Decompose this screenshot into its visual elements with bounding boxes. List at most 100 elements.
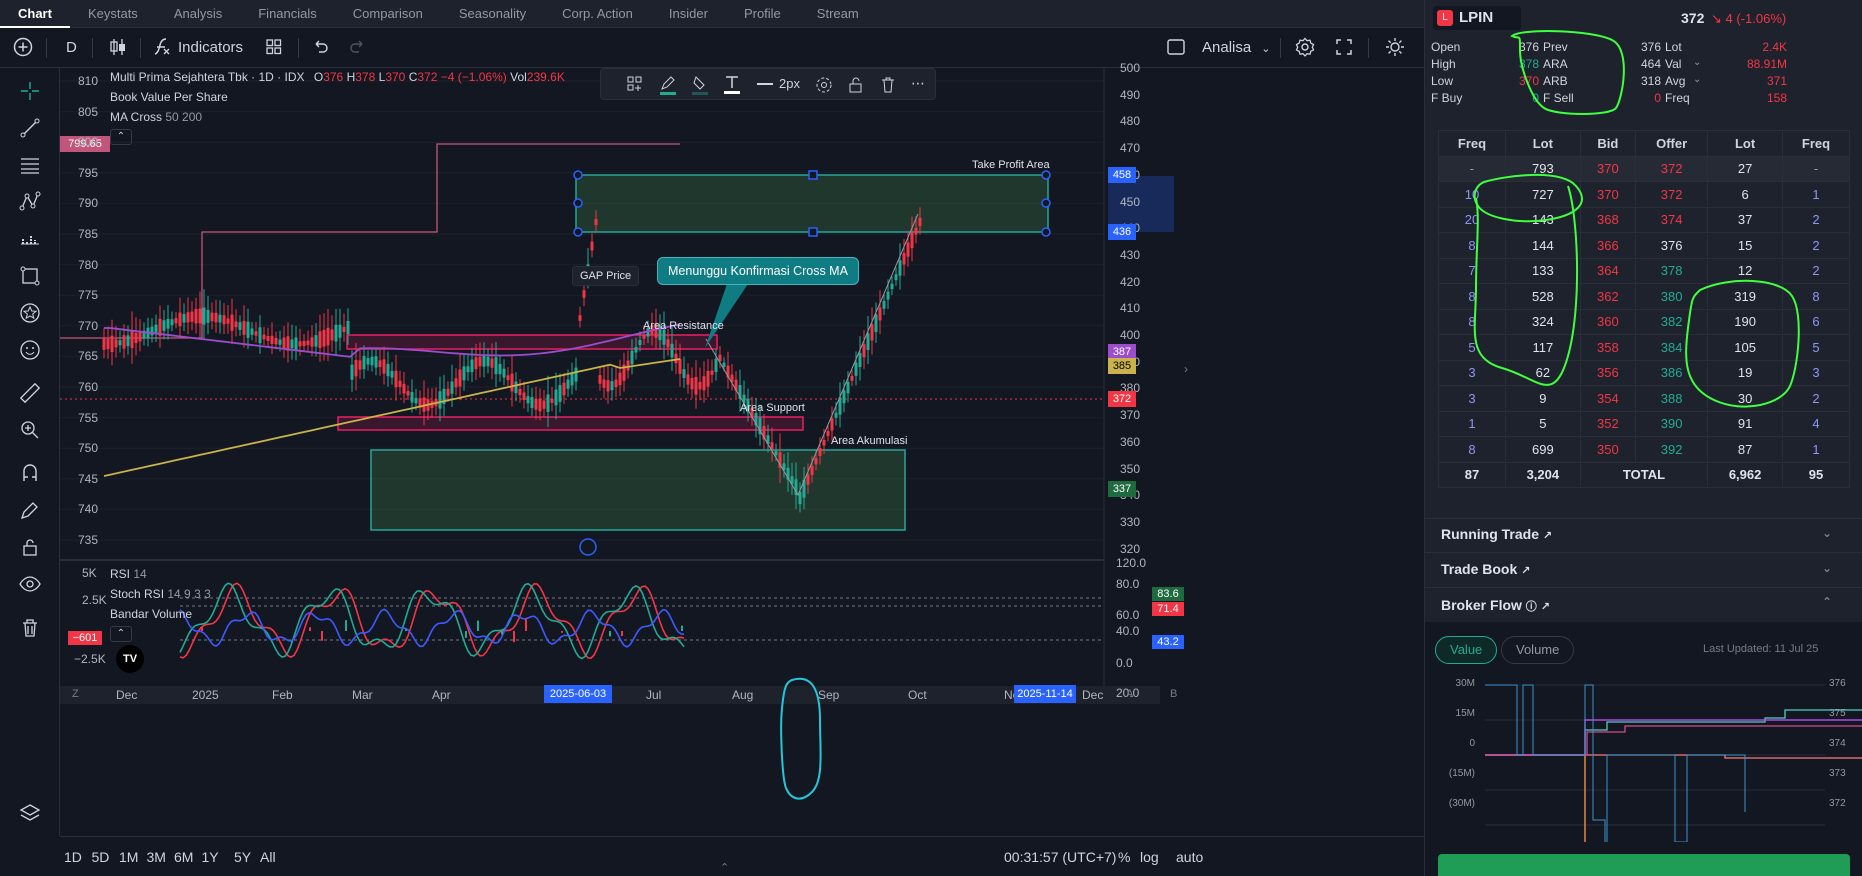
unlock-icon[interactable] — [847, 76, 865, 97]
broker-flow-header[interactable]: Broker Flow ⓘ ↗ — [1441, 597, 1550, 614]
fill-color-icon[interactable] — [691, 74, 709, 99]
indicators-icon[interactable] — [152, 36, 172, 60]
chart-area[interactable]: Multi Prima Sejahtera Tbk · 1D · IDX O37… — [60, 61, 1424, 836]
tab-chart[interactable]: Chart — [0, 0, 70, 28]
magnet-icon[interactable] — [14, 458, 46, 488]
tab-seasonality[interactable]: Seasonality — [441, 0, 544, 28]
star-icon[interactable] — [14, 298, 46, 328]
take-profit-label[interactable]: Take Profit Area — [972, 159, 1050, 171]
ob-row[interactable]: 8 144 366 376 15 2 — [1438, 232, 1850, 259]
tab-insider[interactable]: Insider — [651, 0, 726, 28]
text-color-icon[interactable] — [723, 73, 741, 98]
legend-ma-cross[interactable]: MA Cross 50 200 — [110, 107, 565, 127]
crosshair-icon[interactable] — [14, 76, 46, 106]
ob-row[interactable]: 1 5 352 390 91 4 — [1438, 410, 1850, 437]
interval-button[interactable]: D — [66, 36, 77, 60]
theme-sun-icon[interactable] — [1384, 36, 1406, 60]
candle-style-icon[interactable] — [108, 36, 128, 60]
tab-analysis[interactable]: Analysis — [156, 0, 240, 28]
line-width-icon[interactable] — [757, 83, 773, 85]
akumulasi-label[interactable]: Area Akumulasi — [831, 435, 907, 447]
running-trade-chevron-icon[interactable]: ⌄ — [1822, 526, 1832, 540]
layers-icon[interactable] — [14, 798, 46, 828]
expand-up-icon[interactable]: ⌃ — [720, 861, 729, 874]
auto-toggle[interactable]: auto — [1176, 849, 1203, 865]
range-1d[interactable]: 1D — [64, 849, 82, 865]
ob-row[interactable]: 5 117 358 384 105 5 — [1438, 334, 1850, 361]
collapse-oscillator-button[interactable]: ⌃ — [110, 626, 132, 642]
trend-line-icon[interactable] — [14, 113, 46, 143]
axis-a-icon[interactable]: A — [1126, 688, 1133, 700]
prediction-icon[interactable] — [14, 224, 46, 254]
running-trade-header[interactable]: Running Trade ↗ — [1441, 526, 1552, 542]
tab-financials[interactable]: Financials — [240, 0, 335, 28]
resistance-label[interactable]: Area Resistance — [643, 320, 724, 332]
range-1m[interactable]: 1M — [119, 849, 138, 865]
line-color-icon[interactable] — [659, 74, 677, 99]
rectangle-icon[interactable] — [14, 261, 46, 291]
bandar-volume-label[interactable]: Bandar Volume — [110, 604, 211, 624]
template-grid-icon[interactable] — [627, 76, 643, 95]
range-1y[interactable]: 1Y — [202, 849, 219, 865]
tab-volume[interactable]: Volume — [1501, 636, 1575, 664]
ob-row[interactable]: 7 133 364 378 12 2 — [1438, 257, 1850, 284]
ob-row[interactable]: 8 324 360 382 190 6 — [1438, 308, 1850, 335]
ob-row[interactable]: -793 370 372 27- — [1438, 155, 1850, 182]
clock[interactable]: 00:31:57 (UTC+7) — [1004, 849, 1116, 865]
line-width-label[interactable]: 2px — [779, 76, 800, 91]
range-5d[interactable]: 5D — [92, 849, 110, 865]
tab-comparison[interactable]: Comparison — [335, 0, 441, 28]
ob-row[interactable]: 3 62 356 386 19 3 — [1438, 359, 1850, 386]
lock-icon[interactable] — [14, 532, 46, 562]
trade-book-chevron-icon[interactable]: ⌄ — [1822, 561, 1832, 575]
eye-icon[interactable] — [14, 569, 46, 599]
collapse-legend-button[interactable]: ⌃ — [110, 129, 132, 145]
ob-row[interactable]: 3 9 354 388 30 2 — [1438, 385, 1850, 412]
axis-z-icon[interactable]: Z — [72, 688, 79, 700]
ara-chevron-icon[interactable]: ⌄ — [1693, 57, 1701, 68]
ob-row[interactable]: 10 727 370 372 6 1 — [1438, 181, 1850, 208]
settings-gear-icon[interactable] — [1294, 36, 1316, 60]
indicators-button[interactable]: Indicators — [178, 36, 243, 60]
range-3m[interactable]: 3M — [147, 849, 166, 865]
buy-button[interactable] — [1438, 854, 1850, 876]
rsi-legend[interactable]: RSI 14 — [110, 564, 211, 584]
broker-flow-chart[interactable] — [1425, 672, 1862, 842]
percent-toggle[interactable]: % — [1118, 849, 1130, 865]
arb-chevron-icon[interactable]: ⌄ — [1693, 74, 1701, 85]
range-all[interactable]: All — [260, 849, 276, 865]
delete-drawing-icon[interactable] — [879, 76, 897, 97]
callout-label[interactable]: Menunggu Konfirmasi Cross MA — [657, 257, 859, 285]
broker-flow-chevron-icon[interactable]: ⌃ — [1822, 595, 1832, 609]
undo-icon[interactable] — [310, 36, 330, 60]
expand-icon[interactable] — [1334, 36, 1354, 60]
axis-b-icon[interactable]: B — [1170, 688, 1177, 700]
expand-right-chevron-icon[interactable]: › — [1184, 362, 1188, 376]
more-options-icon[interactable]: ⋯ — [911, 75, 925, 92]
analisa-dropdown[interactable]: Analisa ⌄ — [1202, 36, 1270, 60]
tab-stream[interactable]: Stream — [799, 0, 877, 28]
range-5y[interactable]: 5Y — [234, 849, 251, 865]
zoom-in-icon[interactable] — [14, 415, 46, 445]
stoch-legend[interactable]: Stoch RSI 14 9 3 3 — [110, 584, 211, 604]
gap-price-label[interactable]: GAP Price — [572, 266, 640, 286]
drawing-settings-icon[interactable] — [815, 76, 833, 97]
emoji-icon[interactable] — [14, 335, 46, 365]
tab-profile[interactable]: Profile — [726, 0, 799, 28]
ruler-icon[interactable] — [14, 378, 46, 408]
tab-corp-action[interactable]: Corp. Action — [544, 0, 651, 28]
pencil-lock-icon[interactable] — [14, 495, 46, 525]
tab-value[interactable]: Value — [1435, 636, 1498, 664]
trade-book-header[interactable]: Trade Book ↗ — [1441, 561, 1530, 577]
support-label[interactable]: Area Support — [740, 402, 805, 414]
horizontal-lines-icon[interactable] — [14, 150, 46, 180]
redo-icon[interactable] — [348, 36, 368, 60]
range-6m[interactable]: 6M — [174, 849, 193, 865]
ob-row[interactable]: 8 699 350 392 87 1 — [1438, 436, 1850, 463]
layout-grid-icon[interactable] — [264, 36, 284, 60]
ticker-box[interactable]: L LPIN — [1433, 6, 1521, 30]
tab-keystats[interactable]: Keystats — [70, 0, 156, 28]
fullscreen-toggle-icon[interactable] — [1166, 36, 1186, 60]
legend-book-value[interactable]: Book Value Per Share — [110, 87, 565, 107]
log-toggle[interactable]: log — [1140, 849, 1159, 865]
